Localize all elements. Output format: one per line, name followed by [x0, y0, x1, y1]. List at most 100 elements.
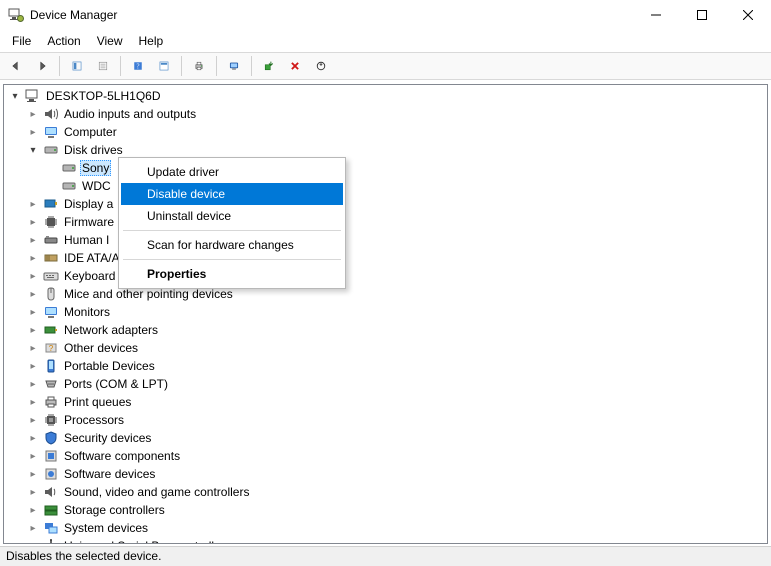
- category-processors[interactable]: Processors: [26, 411, 767, 429]
- help-toolbar-button[interactable]: ?: [126, 54, 150, 78]
- chevron-right-icon[interactable]: [26, 197, 40, 211]
- portable-icon: [43, 358, 59, 374]
- menu-help[interactable]: Help: [131, 32, 172, 50]
- category-other-devices[interactable]: ? Other devices: [26, 339, 767, 357]
- cm-scan-hardware[interactable]: Scan for hardware changes: [121, 234, 343, 256]
- chevron-right-icon[interactable]: [26, 305, 40, 319]
- chevron-right-icon[interactable]: [26, 269, 40, 283]
- menu-file[interactable]: File: [4, 32, 39, 50]
- context-menu: Update driver Disable device Uninstall d…: [118, 157, 346, 289]
- audio-icon: [43, 106, 59, 122]
- monitor-icon: [43, 124, 59, 140]
- keyboard-icon: [43, 268, 59, 284]
- tree-root[interactable]: DESKTOP-5LH1Q6D: [8, 87, 767, 105]
- computer-icon: [25, 88, 41, 104]
- category-label: Processors: [62, 413, 126, 427]
- chevron-right-icon[interactable]: [26, 467, 40, 481]
- chevron-right-icon[interactable]: [26, 215, 40, 229]
- cm-uninstall-device[interactable]: Uninstall device: [121, 205, 343, 227]
- chevron-right-icon[interactable]: [26, 251, 40, 265]
- printer-icon: [43, 394, 59, 410]
- chevron-right-icon[interactable]: [26, 539, 40, 544]
- status-bar: Disables the selected device.: [0, 546, 771, 566]
- category-label: Storage controllers: [62, 503, 167, 517]
- chevron-right-icon[interactable]: [26, 377, 40, 391]
- network-icon: [43, 322, 59, 338]
- category-monitors[interactable]: Monitors: [26, 303, 767, 321]
- status-text: Disables the selected device.: [6, 549, 161, 563]
- chevron-right-icon[interactable]: [26, 485, 40, 499]
- sound-icon: [43, 484, 59, 500]
- chevron-down-icon[interactable]: [26, 143, 40, 157]
- minimize-button[interactable]: [633, 0, 679, 30]
- category-label: IDE ATA/A: [62, 251, 122, 265]
- category-storage-controllers[interactable]: Storage controllers: [26, 501, 767, 519]
- category-computer[interactable]: Computer: [26, 123, 767, 141]
- cm-disable-device[interactable]: Disable device: [121, 183, 343, 205]
- forward-button[interactable]: [30, 54, 54, 78]
- chevron-right-icon[interactable]: [26, 521, 40, 535]
- category-portable-devices[interactable]: Portable Devices: [26, 357, 767, 375]
- uninstall-toolbar-button[interactable]: [283, 54, 307, 78]
- show-hide-tree-button[interactable]: [65, 54, 89, 78]
- toolbar-separator: [216, 56, 217, 76]
- category-label: Monitors: [62, 305, 112, 319]
- chevron-right-icon[interactable]: [26, 125, 40, 139]
- toolbar-separator: [120, 56, 121, 76]
- monitor-icon: [43, 304, 59, 320]
- category-audio[interactable]: Audio inputs and outputs: [26, 105, 767, 123]
- cm-properties[interactable]: Properties: [121, 263, 343, 285]
- update-driver-toolbar-button[interactable]: [257, 54, 281, 78]
- action-center-toolbar-button[interactable]: [152, 54, 176, 78]
- device-tree-pane[interactable]: DESKTOP-5LH1Q6D Audio inputs and outputs…: [3, 84, 768, 544]
- chevron-right-icon[interactable]: [26, 413, 40, 427]
- category-software-components[interactable]: Software components: [26, 447, 767, 465]
- category-usb-controllers[interactable]: Universal Serial Bus controllers: [26, 537, 767, 544]
- category-print-queues[interactable]: Print queues: [26, 393, 767, 411]
- chevron-right-icon[interactable]: [26, 359, 40, 373]
- chevron-right-icon[interactable]: [26, 233, 40, 247]
- category-sound-video-game[interactable]: Sound, video and game controllers: [26, 483, 767, 501]
- close-button[interactable]: [725, 0, 771, 30]
- toolbar-separator: [59, 56, 60, 76]
- category-label: Audio inputs and outputs: [62, 107, 198, 121]
- menu-action[interactable]: Action: [39, 32, 88, 50]
- menu-bar: File Action View Help: [0, 30, 771, 52]
- category-security-devices[interactable]: Security devices: [26, 429, 767, 447]
- chevron-right-icon[interactable]: [26, 287, 40, 301]
- back-button[interactable]: [4, 54, 28, 78]
- category-ports[interactable]: Ports (COM & LPT): [26, 375, 767, 393]
- menu-view[interactable]: View: [89, 32, 131, 50]
- system-device-icon: [43, 520, 59, 536]
- disk-icon: [61, 178, 77, 194]
- chevron-right-icon[interactable]: [26, 323, 40, 337]
- chevron-right-icon[interactable]: [26, 503, 40, 517]
- chip-icon: [43, 214, 59, 230]
- category-label: Ports (COM & LPT): [62, 377, 170, 391]
- display-adapter-icon: [43, 196, 59, 212]
- maximize-button[interactable]: [679, 0, 725, 30]
- category-label: Computer: [62, 125, 119, 139]
- chevron-right-icon[interactable]: [26, 395, 40, 409]
- port-icon: [43, 376, 59, 392]
- computer-toolbar-button[interactable]: [222, 54, 246, 78]
- tree-root-label: DESKTOP-5LH1Q6D: [44, 89, 163, 103]
- toolbar-separator: [181, 56, 182, 76]
- disk-label: Sony: [80, 160, 111, 176]
- properties-toolbar-button[interactable]: [91, 54, 115, 78]
- window-title: Device Manager: [30, 8, 117, 22]
- chevron-right-icon[interactable]: [26, 449, 40, 463]
- category-label: Universal Serial Bus controllers: [62, 539, 233, 544]
- chevron-right-icon[interactable]: [26, 431, 40, 445]
- print-toolbar-button[interactable]: [187, 54, 211, 78]
- shield-icon: [43, 430, 59, 446]
- scan-hardware-toolbar-button[interactable]: [309, 54, 333, 78]
- category-software-devices[interactable]: Software devices: [26, 465, 767, 483]
- category-label: Portable Devices: [62, 359, 157, 373]
- chevron-down-icon[interactable]: [8, 89, 22, 103]
- chevron-right-icon[interactable]: [26, 107, 40, 121]
- chevron-right-icon[interactable]: [26, 341, 40, 355]
- category-network[interactable]: Network adapters: [26, 321, 767, 339]
- category-system-devices[interactable]: System devices: [26, 519, 767, 537]
- cm-update-driver[interactable]: Update driver: [121, 161, 343, 183]
